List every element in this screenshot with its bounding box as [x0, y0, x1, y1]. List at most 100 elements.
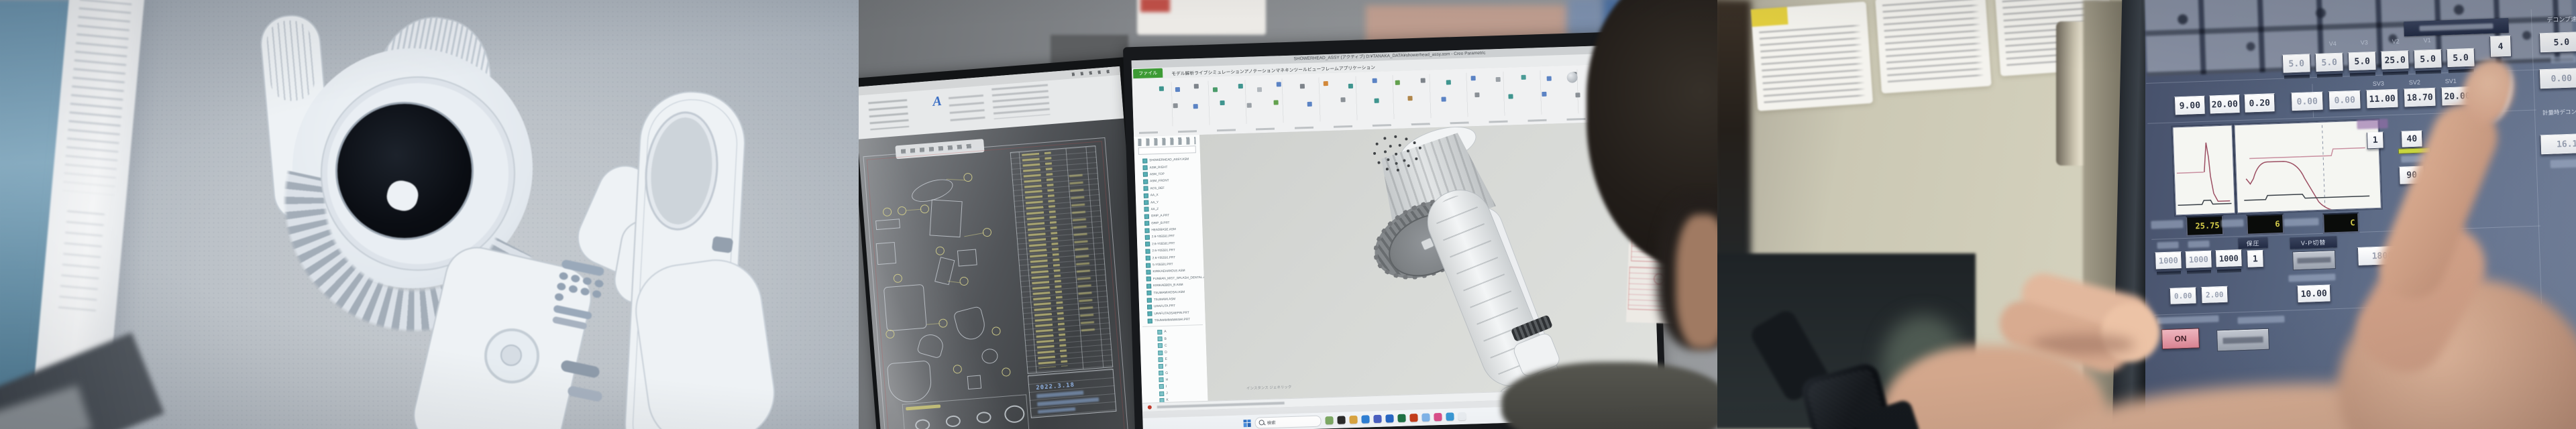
leader-line: [926, 323, 940, 325]
surface-icon: [1158, 357, 1163, 362]
value-box[interactable]: 0.00: [2291, 92, 2324, 112]
surface-icon: [1157, 330, 1162, 334]
label-blur: [2288, 273, 2335, 282]
ribbon-tab[interactable]: マネキン: [1275, 68, 1293, 74]
part-outline: [967, 375, 982, 390]
value-box[interactable]: 5.0: [2348, 52, 2377, 71]
mode-lcd: C: [2322, 212, 2359, 234]
drawing-sheet: 2022.3.18: [863, 137, 1130, 429]
value-box[interactable]: 5.0: [2414, 49, 2443, 68]
meter-shot-box[interactable]: 1: [2367, 132, 2384, 149]
taskbar-app-icon[interactable]: [1446, 412, 1454, 420]
on-button[interactable]: ON: [2161, 328, 2200, 349]
ribbon-tab[interactable]: アノテーション: [1244, 68, 1276, 74]
value-box[interactable]: 1000: [2185, 251, 2212, 269]
decomp-speed-box[interactable]: 5.0: [2539, 32, 2576, 53]
value-box[interactable]: 25.0: [2381, 50, 2410, 70]
component-icon: [1146, 277, 1151, 282]
taskbar-app-icon[interactable]: [1409, 414, 1417, 422]
value-box[interactable]: 1000: [2155, 251, 2182, 269]
part-outline: [883, 284, 927, 332]
taskbar-app-icon[interactable]: [1397, 414, 1405, 422]
tree-header-icons[interactable]: [1138, 137, 1195, 146]
component-icon: [1144, 214, 1149, 219]
tree-item-label: AA_X: [1150, 193, 1159, 197]
hold-stage-box[interactable]: 1: [2247, 250, 2264, 268]
surface-label: J: [1166, 391, 1168, 395]
tree-item-label: KIRIKAEBEN_B.ASM: [1153, 283, 1183, 288]
ribbon-tab[interactable]: モデル: [1171, 72, 1185, 77]
tree-item-label: GRIP_A.PRT: [1151, 214, 1169, 218]
taskbar-app-icon[interactable]: [1458, 412, 1466, 420]
ribbon-tab[interactable]: 解析: [1185, 71, 1194, 76]
value-box[interactable]: 5.0: [2315, 53, 2344, 72]
drawing-screen: A: [859, 66, 1150, 429]
metering-decomp-label: 計量時デコンプ速度: [2535, 107, 2576, 117]
ribbon-tab[interactable]: ビュー: [1307, 67, 1321, 72]
tree-item-label: 2.6-Y05591.PRT: [1152, 241, 1175, 246]
label-text-lines: [1759, 25, 1866, 104]
tree-divider: [1142, 324, 1203, 327]
component-icon: [1147, 312, 1152, 316]
value-box[interactable]: 5.0: [2282, 54, 2311, 73]
value-box[interactable]: 20.00: [2209, 95, 2241, 115]
value-box[interactable]: 1000: [2215, 249, 2243, 267]
ribbon-icons[interactable]: [1173, 103, 1178, 108]
ribbon-tab[interactable]: ツール: [1293, 68, 1307, 73]
leader-line: [964, 233, 984, 237]
position-row: 0.000.0011.0018.7020.00: [2291, 86, 2474, 111]
delay-time-box[interactable]: 10.00: [2297, 284, 2331, 303]
tree-filter-input[interactable]: [1138, 145, 1196, 155]
mode-button[interactable]: [2216, 328, 2269, 352]
tree-item-label: ASM_RIGHT: [1149, 165, 1167, 169]
ribbon-icon-group[interactable]: [991, 84, 1050, 119]
creo-3d-canvas[interactable]: インスタンス ジェネリック: [1199, 121, 1658, 402]
vp-switch-button[interactable]: [2292, 250, 2336, 270]
leader-line: [906, 209, 922, 211]
device-keypad: [545, 255, 621, 336]
label-blur: [2157, 241, 2178, 249]
value-box[interactable]: 11.00: [2366, 89, 2399, 109]
start-button-icon[interactable]: [1243, 419, 1250, 426]
ribbon-icon-group[interactable]: [868, 99, 909, 130]
notification-icon[interactable]: [1148, 406, 1152, 410]
highlight-bar: [906, 404, 941, 410]
ribbon-tab[interactable]: ライブシミュレーション: [1194, 70, 1244, 76]
tab-file[interactable]: ファイル: [1133, 68, 1163, 78]
ribbon-tab[interactable]: アプリケーション: [1339, 66, 1375, 72]
value-box[interactable]: 5.0: [2447, 48, 2475, 68]
taskbar-app-icon[interactable]: [1349, 416, 1357, 424]
part-outline: [981, 348, 999, 364]
text-style-icon[interactable]: A: [932, 94, 943, 110]
value-box[interactable]: 9.00: [2174, 96, 2206, 116]
taskbar-app-icon[interactable]: [1361, 415, 1369, 423]
taskbar-search[interactable]: 検索: [1254, 415, 1321, 428]
taskbar-app-icon[interactable]: [1373, 415, 1381, 423]
meter-value-box[interactable]: 40: [2401, 131, 2423, 148]
company-name-text: [1037, 397, 1099, 406]
label-blur: [2284, 218, 2318, 227]
taskbar-app-icon[interactable]: [1421, 413, 1430, 421]
component-icon: [1142, 166, 1147, 170]
ribbon-icons[interactable]: [1159, 86, 1164, 91]
surface-icon: [1159, 391, 1164, 396]
decomp-sd-box[interactable]: 0.00: [2539, 68, 2576, 89]
sv-label: SV3: [2363, 80, 2394, 88]
ribbon-icon-group[interactable]: [949, 95, 985, 123]
value-box[interactable]: 2.00: [2201, 286, 2229, 304]
value-box[interactable]: 0.20: [2244, 93, 2275, 113]
stage-selector-box[interactable]: 4: [2489, 36, 2512, 58]
model-tree-item[interactable]: TSUMAMIMAWASHI.PRT: [1140, 316, 1205, 324]
label-blur: [2188, 241, 2209, 248]
taskbar-app-icon[interactable]: [1434, 413, 1442, 421]
taskbar-app-icon[interactable]: [1385, 414, 1393, 422]
ribbon-tab[interactable]: フレーム: [1321, 66, 1339, 72]
surface-label: F: [1165, 364, 1167, 368]
taskbar-app-icon[interactable]: [1325, 416, 1333, 424]
label-blur: [2157, 315, 2218, 324]
taskbar-app-icon[interactable]: [1337, 416, 1345, 424]
value-box[interactable]: 0.00: [2169, 287, 2197, 304]
metering-decomp-box[interactable]: 16.1: [2540, 133, 2576, 156]
value-box[interactable]: 0.00: [2328, 90, 2361, 111]
value-box[interactable]: 18.70: [2404, 88, 2436, 108]
